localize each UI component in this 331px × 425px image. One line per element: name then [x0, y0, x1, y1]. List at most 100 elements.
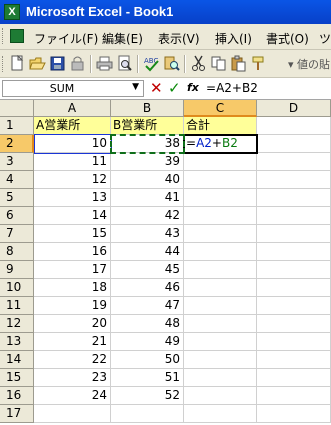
cell-b9[interactable]: 45	[111, 261, 184, 279]
print-preview-icon[interactable]	[116, 55, 133, 72]
cell-b12[interactable]: 48	[111, 315, 184, 333]
cell-a15[interactable]: 23	[34, 369, 111, 387]
cell-a3[interactable]: 11	[34, 153, 111, 171]
toolbar-grip[interactable]	[2, 56, 6, 72]
row-header[interactable]: 7	[0, 225, 34, 243]
cell-b16[interactable]: 52	[111, 387, 184, 405]
cell-c15[interactable]	[184, 369, 257, 387]
cell-b2[interactable]: 38	[111, 135, 184, 153]
cell-d16[interactable]	[257, 387, 331, 405]
cell-d3[interactable]	[257, 153, 331, 171]
cell-a10[interactable]: 18	[34, 279, 111, 297]
cell-c11[interactable]	[184, 297, 257, 315]
cell-c9[interactable]	[184, 261, 257, 279]
menu-format[interactable]: 書式(O)	[266, 30, 309, 47]
cell-c3[interactable]	[184, 153, 257, 171]
cell-a6[interactable]: 14	[34, 207, 111, 225]
row-header[interactable]: 1	[0, 117, 34, 135]
cut-icon[interactable]	[190, 55, 207, 72]
cell-b8[interactable]: 44	[111, 243, 184, 261]
cell-d2[interactable]	[257, 135, 331, 153]
row-header[interactable]: 4	[0, 171, 34, 189]
cell-b11[interactable]: 47	[111, 297, 184, 315]
insert-function-icon[interactable]: fx	[187, 81, 199, 94]
cell-d8[interactable]	[257, 243, 331, 261]
new-icon[interactable]	[9, 55, 26, 72]
cell-c10[interactable]	[184, 279, 257, 297]
cell-d12[interactable]	[257, 315, 331, 333]
row-header[interactable]: 14	[0, 351, 34, 369]
cell-b3[interactable]: 39	[111, 153, 184, 171]
menu-insert[interactable]: 挿入(I)	[215, 30, 252, 47]
cell-d5[interactable]	[257, 189, 331, 207]
cell-c14[interactable]	[184, 351, 257, 369]
cell-a12[interactable]: 20	[34, 315, 111, 333]
cell-d1[interactable]	[257, 117, 331, 135]
cell-b10[interactable]: 46	[111, 279, 184, 297]
cell-a1[interactable]: A営業所	[34, 117, 111, 135]
save-icon[interactable]	[49, 55, 66, 72]
enter-check-icon[interactable]: ✓	[168, 79, 181, 97]
cell-c12[interactable]	[184, 315, 257, 333]
cell-c5[interactable]	[184, 189, 257, 207]
row-header[interactable]: 2	[0, 135, 34, 153]
cell-d6[interactable]	[257, 207, 331, 225]
spelling-icon[interactable]: ABC	[143, 55, 160, 72]
cell-b4[interactable]: 40	[111, 171, 184, 189]
row-header[interactable]: 8	[0, 243, 34, 261]
cell-a16[interactable]: 24	[34, 387, 111, 405]
cell-d15[interactable]	[257, 369, 331, 387]
cell-b17[interactable]	[111, 405, 184, 423]
cell-d9[interactable]	[257, 261, 331, 279]
cell-d4[interactable]	[257, 171, 331, 189]
paste-icon[interactable]	[230, 55, 247, 72]
cell-b6[interactable]: 42	[111, 207, 184, 225]
cell-d11[interactable]	[257, 297, 331, 315]
cell-d17[interactable]	[257, 405, 331, 423]
menu-view[interactable]: 表示(V)	[158, 30, 200, 47]
cell-a14[interactable]: 22	[34, 351, 111, 369]
cell-a2[interactable]: 10	[34, 135, 111, 153]
row-header[interactable]: 17	[0, 405, 34, 423]
cell-c13[interactable]	[184, 333, 257, 351]
cell-d13[interactable]	[257, 333, 331, 351]
column-header-a[interactable]: A	[34, 100, 111, 117]
menu-file[interactable]: ファイル(F)	[34, 30, 98, 47]
row-header[interactable]: 6	[0, 207, 34, 225]
cell-c7[interactable]	[184, 225, 257, 243]
row-header[interactable]: 10	[0, 279, 34, 297]
row-header[interactable]: 12	[0, 315, 34, 333]
row-header[interactable]: 3	[0, 153, 34, 171]
cell-b15[interactable]: 51	[111, 369, 184, 387]
cell-c1[interactable]: 合計	[184, 117, 257, 135]
cell-b5[interactable]: 41	[111, 189, 184, 207]
cell-b14[interactable]: 50	[111, 351, 184, 369]
column-header-d[interactable]: D	[257, 100, 331, 117]
workbook-icon[interactable]	[10, 29, 24, 43]
cell-b1[interactable]: B営業所	[111, 117, 184, 135]
formula-input[interactable]: =A2+B2	[206, 79, 330, 98]
row-header[interactable]: 11	[0, 297, 34, 315]
column-header-b[interactable]: B	[111, 100, 184, 117]
cell-a5[interactable]: 13	[34, 189, 111, 207]
cell-a4[interactable]: 12	[34, 171, 111, 189]
cell-d10[interactable]	[257, 279, 331, 297]
row-header[interactable]: 9	[0, 261, 34, 279]
menu-edit[interactable]: 編集(E)	[102, 30, 143, 47]
menubar-grip[interactable]	[2, 28, 6, 44]
cell-a17[interactable]	[34, 405, 111, 423]
research-icon[interactable]	[163, 55, 180, 72]
cell-c8[interactable]	[184, 243, 257, 261]
row-header[interactable]: 13	[0, 333, 34, 351]
print-icon[interactable]	[96, 55, 113, 72]
cell-c16[interactable]	[184, 387, 257, 405]
cell-c4[interactable]	[184, 171, 257, 189]
active-cell-c2[interactable]: =A2+B2	[183, 134, 258, 154]
cell-a13[interactable]: 21	[34, 333, 111, 351]
name-box-dropdown-icon[interactable]: ▼	[132, 82, 139, 92]
cell-d14[interactable]	[257, 351, 331, 369]
select-all-corner[interactable]	[0, 100, 34, 117]
cell-a7[interactable]: 15	[34, 225, 111, 243]
column-header-c[interactable]: C	[184, 100, 257, 117]
format-painter-icon[interactable]	[250, 55, 267, 72]
